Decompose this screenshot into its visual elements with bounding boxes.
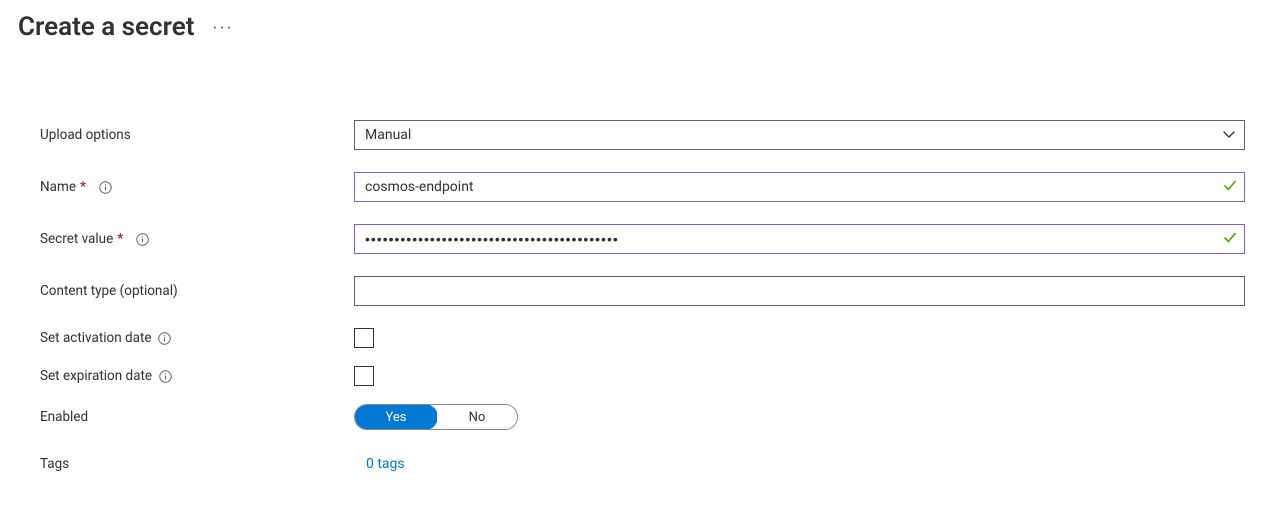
create-secret-form: Upload options Manual Name * — [0, 50, 1270, 472]
check-icon — [1223, 178, 1237, 197]
label-activation-date: Set activation date — [40, 330, 354, 346]
tags-link[interactable]: 0 tags — [354, 456, 405, 472]
page-title: Create a secret — [18, 12, 194, 42]
label-enabled: Enabled — [40, 409, 354, 425]
required-indicator: * — [117, 231, 123, 247]
label-text: Enabled — [40, 409, 88, 425]
secret-value-input[interactable]: ••••••••••••••••••••••••••••••••••••••••… — [354, 224, 1245, 254]
name-input[interactable] — [354, 172, 1245, 202]
info-icon[interactable] — [135, 232, 149, 246]
required-indicator: * — [80, 179, 86, 195]
enabled-yes[interactable]: Yes — [354, 404, 438, 430]
info-icon[interactable] — [158, 369, 172, 383]
info-icon[interactable] — [98, 180, 112, 194]
row-enabled: Enabled Yes No — [40, 404, 1245, 430]
label-secret-value: Secret value * — [40, 231, 354, 247]
upload-options-value: Manual — [365, 127, 411, 143]
page-header: Create a secret · · · — [0, 0, 1270, 50]
row-activation-date: Set activation date — [40, 328, 1245, 348]
upload-options-select[interactable]: Manual — [354, 120, 1245, 150]
more-icon[interactable]: · · · — [212, 16, 230, 38]
secret-masked: ••••••••••••••••••••••••••••••••••••••••… — [365, 231, 619, 247]
row-expiration-date: Set expiration date — [40, 366, 1245, 386]
label-name: Name * — [40, 179, 354, 195]
label-text: Set expiration date — [40, 368, 152, 384]
enabled-toggle[interactable]: Yes No — [354, 404, 518, 430]
check-icon — [1223, 230, 1237, 249]
activation-date-checkbox[interactable] — [354, 328, 374, 348]
label-tags: Tags — [40, 456, 354, 472]
label-upload-options: Upload options — [40, 127, 354, 143]
info-icon[interactable] — [158, 331, 172, 345]
label-content-type: Content type (optional) — [40, 283, 354, 299]
row-tags: Tags 0 tags — [40, 456, 1245, 472]
row-content-type: Content type (optional) — [40, 276, 1245, 306]
label-text: Content type (optional) — [40, 283, 178, 299]
row-upload-options: Upload options Manual — [40, 120, 1245, 150]
label-text: Name — [40, 179, 76, 195]
label-expiration-date: Set expiration date — [40, 368, 354, 384]
row-secret-value: Secret value * •••••••••••••••••••••••••… — [40, 224, 1245, 254]
label-text: Upload options — [40, 127, 131, 143]
content-type-input[interactable] — [354, 276, 1245, 306]
label-text: Secret value — [40, 231, 113, 247]
label-text: Tags — [40, 456, 69, 472]
enabled-no[interactable]: No — [437, 405, 517, 429]
label-text: Set activation date — [40, 330, 152, 346]
expiration-date-checkbox[interactable] — [354, 366, 374, 386]
row-name: Name * — [40, 172, 1245, 202]
